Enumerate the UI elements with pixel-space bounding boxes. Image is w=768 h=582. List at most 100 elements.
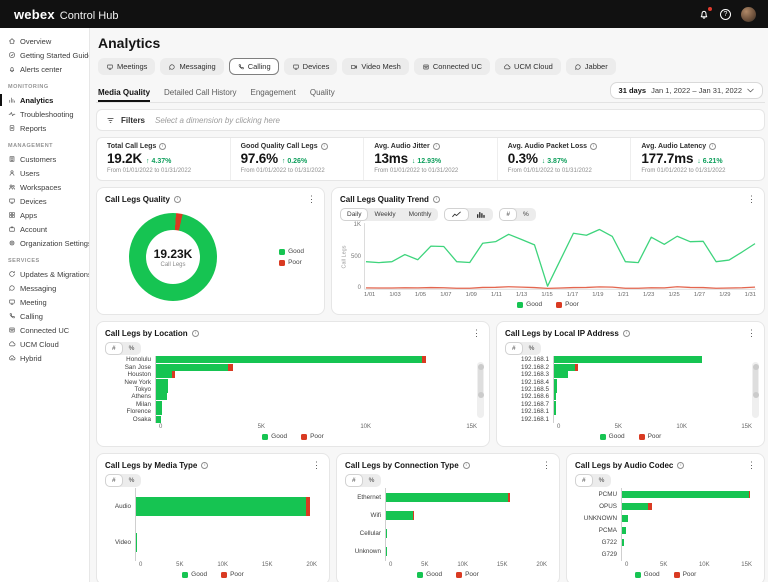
subtab-detailed-call-history[interactable]: Detailed Call History (164, 85, 236, 102)
sidebar-item-messaging[interactable]: Messaging (0, 281, 89, 295)
unit--button[interactable]: % (593, 475, 611, 486)
category-label: Honolulu (126, 356, 151, 363)
legend-good: Good (517, 301, 542, 308)
info-icon[interactable]: i (463, 462, 470, 469)
unit--button[interactable]: # (346, 475, 362, 486)
info-icon[interactable]: i (201, 462, 208, 469)
sidebar-item-connected-uc[interactable]: Connected UC (0, 323, 89, 337)
unit--button[interactable]: # (106, 343, 122, 354)
notifications-bell-icon[interactable] (698, 8, 710, 20)
info-icon[interactable]: i (677, 462, 684, 469)
help-icon[interactable]: ? (720, 9, 731, 20)
sidebar-item-ucm-cloud[interactable]: UCM Cloud (0, 337, 89, 351)
filters-bar[interactable]: Filters Select a dimension by clicking h… (96, 109, 765, 131)
sidebar-item-overview[interactable]: Overview (0, 34, 89, 48)
tab-connected-uc[interactable]: Connected UC (414, 58, 490, 75)
date-range-picker[interactable]: 31 days Jan 1, 2022 – Jan 31, 2022 (610, 82, 763, 99)
sidebar-item-users[interactable]: Users (0, 166, 89, 180)
unit--button[interactable]: % (123, 475, 141, 486)
chat-icon (8, 284, 16, 292)
subtab-media-quality[interactable]: Media Quality (98, 85, 150, 102)
y-axis: Call Legs1K5000 (340, 222, 364, 291)
tab-calling[interactable]: Calling (229, 58, 279, 75)
info-icon[interactable]: i (590, 143, 597, 150)
unit--button[interactable]: # (106, 475, 122, 486)
sidebar-item-customers[interactable]: Customers (0, 152, 89, 166)
tab-messaging[interactable]: Messaging (160, 58, 223, 75)
tab-label: Connected UC (433, 62, 482, 71)
legend-good: Good (182, 571, 207, 578)
info-icon[interactable]: i (433, 196, 440, 203)
category-label: Wifi (371, 512, 382, 519)
subtab-engagement[interactable]: Engagement (250, 85, 295, 102)
sidebar-item-meeting[interactable]: Meeting (0, 295, 89, 309)
unit--button[interactable]: # (506, 343, 522, 354)
category-label: PCMU (598, 491, 617, 498)
category-label: Audio (115, 503, 131, 510)
more-options-icon[interactable]: ⋮ (542, 461, 551, 470)
bar-chart-button[interactable] (469, 209, 492, 220)
granularity-weekly-button[interactable]: Weekly (368, 209, 401, 220)
trend-unit--button[interactable]: % (517, 209, 535, 220)
tab-video-mesh[interactable]: Video Mesh (342, 58, 408, 75)
kpi-period: From 01/01/2022 to 01/31/2022 (374, 168, 487, 174)
people-icon (8, 183, 16, 191)
tab-meetings[interactable]: Meetings (98, 58, 155, 75)
info-icon[interactable]: i (623, 330, 630, 337)
unit--button[interactable]: % (523, 343, 541, 354)
sidebar-item-account[interactable]: Account (0, 222, 89, 236)
sidebar-item-workspaces[interactable]: Workspaces (0, 180, 89, 194)
call-legs-by-connection-type-chart: EthernetWifiCellularUnknown05K10K15K20KG… (345, 488, 551, 579)
info-icon[interactable]: i (159, 143, 166, 150)
card-title: Call Legs by Audio Codec (575, 461, 673, 470)
unit--button[interactable]: # (576, 475, 592, 486)
info-icon[interactable]: i (433, 143, 440, 150)
sidebar-item-alerts-center[interactable]: Alerts center (0, 62, 89, 76)
bar-192-168-1 (554, 356, 752, 363)
scroll-knob-top[interactable] (753, 364, 759, 370)
filters-label: Filters (121, 116, 145, 125)
granularity-monthly-button[interactable]: Monthly (403, 209, 438, 220)
more-options-icon[interactable]: ⋮ (472, 329, 481, 338)
line-chart-button[interactable] (445, 209, 468, 220)
sidebar-item-reports[interactable]: Reports (0, 121, 89, 135)
trend-unit--button[interactable]: # (500, 209, 516, 220)
y-axis-label: Call Legs (341, 245, 347, 268)
more-options-icon[interactable]: ⋮ (747, 195, 756, 204)
more-options-icon[interactable]: ⋮ (747, 329, 756, 338)
chart-scrollbar[interactable] (752, 362, 759, 418)
donut-center-label: Call Legs (160, 262, 185, 268)
sidebar-item-hybrid[interactable]: Hybrid (0, 351, 89, 365)
sidebar-item-troubleshooting[interactable]: Troubleshooting (0, 107, 89, 121)
legend-swatch (556, 302, 562, 308)
more-options-icon[interactable]: ⋮ (747, 461, 756, 470)
info-icon[interactable]: i (192, 330, 199, 337)
sidebar-item-apps[interactable]: Apps (0, 208, 89, 222)
sidebar-item-organization-settings[interactable]: Organization Settings (0, 236, 89, 250)
kpi-label: Avg. Audio Latency (641, 143, 706, 150)
tab-devices[interactable]: Devices (284, 58, 338, 75)
more-options-icon[interactable]: ⋮ (307, 195, 316, 204)
tab-jabber[interactable]: Jabber (566, 58, 616, 75)
more-options-icon[interactable]: ⋮ (312, 461, 321, 470)
call-legs-by-local-ip-address-chart: 192.168.1192.168.2192.168.3192.168.4192.… (505, 356, 756, 441)
scroll-knob-top[interactable] (478, 364, 484, 370)
info-icon[interactable]: i (174, 196, 181, 203)
sidebar-item-getting-started-guide[interactable]: Getting Started Guide (0, 48, 89, 62)
sidebar-item-analytics[interactable]: Analytics (0, 93, 89, 107)
tab-ucm-cloud[interactable]: UCM Cloud (495, 58, 561, 75)
user-avatar[interactable] (741, 7, 756, 22)
sidebar-item-updates-migrations[interactable]: Updates & Migrations (0, 267, 89, 281)
chart-scrollbar[interactable] (477, 362, 484, 418)
unit--button[interactable]: % (363, 475, 381, 486)
info-icon[interactable]: i (709, 143, 716, 150)
unit--button[interactable]: % (123, 343, 141, 354)
sidebar-item-calling[interactable]: Calling (0, 309, 89, 323)
user-icon (8, 169, 16, 177)
scroll-knob-bottom[interactable] (478, 392, 484, 398)
sidebar-item-devices[interactable]: Devices (0, 194, 89, 208)
granularity-daily-button[interactable]: Daily (341, 209, 367, 220)
scroll-knob-bottom[interactable] (753, 392, 759, 398)
subtab-quality[interactable]: Quality (310, 85, 335, 102)
info-icon[interactable]: i (321, 143, 328, 150)
